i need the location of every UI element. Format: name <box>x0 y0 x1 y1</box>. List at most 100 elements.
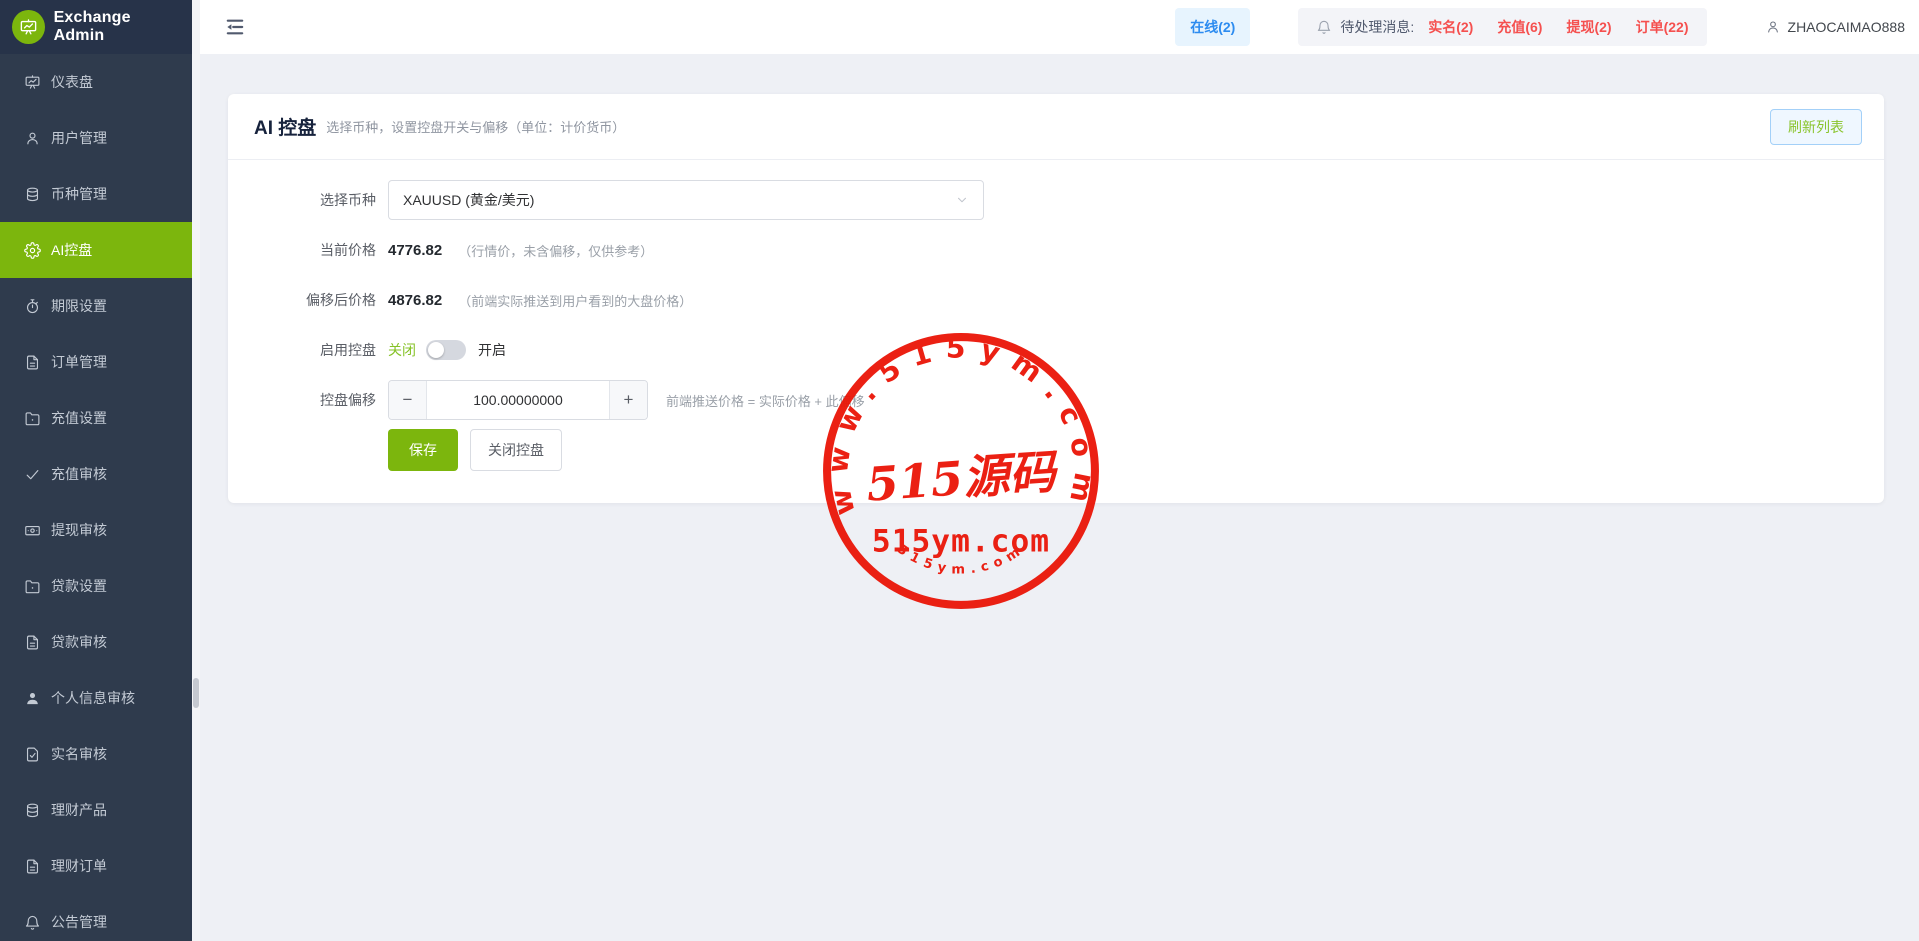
bell-icon <box>24 914 41 931</box>
page-subtitle: 选择币种，设置控盘开关与偏移（单位：计价货币） <box>326 117 625 136</box>
chevron-down-icon <box>955 193 969 207</box>
offset-label: 控盘偏移 <box>254 390 376 410</box>
page-title: AI 控盘 <box>254 113 316 140</box>
save-button[interactable]: 保存 <box>388 429 458 471</box>
sidebar-item-label: 实名审核 <box>51 744 107 764</box>
sidebar-item-label: 币种管理 <box>51 184 107 204</box>
sidebar-item-充值设置[interactable]: 充值设置 <box>0 390 192 446</box>
sidebar-item-订单管理[interactable]: 订单管理 <box>0 334 192 390</box>
sidebar-item-公告管理[interactable]: 公告管理 <box>0 894 192 941</box>
offset-hint: 前端推送价格 = 实际价格 + 此偏移 <box>666 391 865 410</box>
symbol-select[interactable]: XAUUSD (黄金/美元) <box>388 180 984 220</box>
main-area: 在线(2) 待处理消息: 实名(2) 充值(6) 提现(2) 订单(22) ZHAOC… <box>200 0 1919 941</box>
notice-link[interactable]: 充值(6) <box>1497 17 1542 37</box>
sidebar-item-提现审核[interactable]: 提现审核 <box>0 502 192 558</box>
sidebar-scrollbar-thumb[interactable] <box>193 678 199 708</box>
close-control-button[interactable]: 关闭控盘 <box>470 429 562 471</box>
notice-link[interactable]: 订单(22) <box>1636 17 1689 37</box>
sidebar-item-理财产品[interactable]: 理财产品 <box>0 782 192 838</box>
sidebar-item-充值审核[interactable]: 充值审核 <box>0 446 192 502</box>
offset-input-row: 控盘偏移 − + 前端推送价格 = 实际价格 + 此偏移 <box>254 380 1858 420</box>
card-body: 选择币种 XAUUSD (黄金/美元) 当前价格 4776.82 （行情价，未含… <box>228 160 1884 503</box>
doc-icon <box>24 634 41 651</box>
user-icon <box>1765 19 1781 35</box>
pending-messages-label: 待处理消息: <box>1340 17 1414 37</box>
actions-row: 保存 关闭控盘 <box>254 430 1858 470</box>
notice-link[interactable]: 提现(2) <box>1566 17 1611 37</box>
enable-label: 启用控盘 <box>254 340 376 360</box>
cash-icon <box>24 522 41 539</box>
sidebar-menu: 仪表盘用户管理币种管理 AI控盘期限设置订单管理充值设置充值审核提现审核贷款设置贷… <box>0 54 192 941</box>
sidebar-item-个人信息审核[interactable]: 个人信息审核 <box>0 670 192 726</box>
offset-stepper: − + <box>388 380 648 420</box>
doc-icon <box>24 858 41 875</box>
ai-control-card: AI 控盘 选择币种，设置控盘开关与偏移（单位：计价货币） 刷新列表 选择币种 … <box>228 94 1884 503</box>
offset-price-value: 4876.82 <box>388 292 442 309</box>
current-price-hint: （行情价，未含偏移，仅供参考） <box>458 241 653 260</box>
bell-icon <box>1316 19 1332 35</box>
enable-toggle-knob <box>428 342 444 358</box>
coins-icon <box>24 186 41 203</box>
sidebar-item-实名审核[interactable]: 实名审核 <box>0 726 192 782</box>
offset-input[interactable] <box>427 381 609 419</box>
sidebar-item-label: 提现审核 <box>51 520 107 540</box>
pending-message-counts: 实名(2) 充值(6) 提现(2) 订单(22) <box>1428 17 1688 37</box>
sidebar-item-贷款审核[interactable]: 贷款审核 <box>0 614 192 670</box>
sidebar-item-label: 个人信息审核 <box>51 688 135 708</box>
enable-toggle[interactable] <box>426 340 466 360</box>
pending-messages: 待处理消息: 实名(2) 充值(6) 提现(2) 订单(22) <box>1298 8 1706 46</box>
check-icon <box>24 466 41 483</box>
sidebar: Exchange Admin 仪表盘用户管理币种管理 AI控盘期限设置订单管理充值… <box>0 0 192 941</box>
menu-fold-icon[interactable] <box>224 18 246 36</box>
enable-row: 启用控盘 关闭 开启 <box>254 330 1858 370</box>
user-icon <box>24 130 41 147</box>
online-badge[interactable]: 在线(2) <box>1175 8 1250 46</box>
user-filled-icon <box>24 690 41 707</box>
doc-check-icon <box>24 746 41 763</box>
app-window: Exchange Admin 仪表盘用户管理币种管理AI控盘期限设置订单管理充值… <box>0 0 1919 941</box>
sidebar-item-label: 理财产品 <box>51 800 107 820</box>
card-header: AI 控盘 选择币种，设置控盘开关与偏移（单位：计价货币） 刷新列表 <box>228 94 1884 160</box>
sidebar-item-期限设置[interactable]: 期限设置 <box>0 278 192 334</box>
user-menu[interactable]: ZHAOCAIMAO888 <box>1765 19 1905 35</box>
sidebar-item-用户管理[interactable]: 用户管理 <box>0 110 192 166</box>
sidebar-scrollbar[interactable] <box>192 0 200 941</box>
app-title: Exchange Admin <box>54 9 180 45</box>
sidebar-item-贷款设置[interactable]: 贷款设置 <box>0 558 192 614</box>
enable-on-label: 开启 <box>478 340 506 360</box>
symbol-row: 选择币种 XAUUSD (黄金/美元) <box>254 180 1858 220</box>
increment-button[interactable]: + <box>609 381 647 419</box>
dashboard-icon <box>24 74 41 91</box>
sidebar-item-label: 仪表盘 <box>51 72 93 92</box>
folder-icon <box>24 578 41 595</box>
sidebar-item-label: 充值设置 <box>51 408 107 428</box>
current-price-value: 4776.82 <box>388 242 442 259</box>
sidebar-item-label: 贷款设置 <box>51 576 107 596</box>
refresh-list-button[interactable]: 刷新列表 <box>1770 109 1862 145</box>
notice-link[interactable]: 实名(2) <box>1428 17 1473 37</box>
sidebar-item-label: 贷款审核 <box>51 632 107 652</box>
timer-icon <box>24 298 41 315</box>
symbol-label: 选择币种 <box>254 190 376 210</box>
sidebar-item-label: 公告管理 <box>51 912 107 932</box>
sidebar-item-label: 充值审核 <box>51 464 107 484</box>
coins-icon <box>24 802 41 819</box>
sidebar-item-AI控盘[interactable]: AI控盘 <box>0 222 192 278</box>
sidebar-item-label: 理财订单 <box>51 856 107 876</box>
sidebar-item-理财订单[interactable]: 理财订单 <box>0 838 192 894</box>
sidebar-item-label: 期限设置 <box>51 296 107 316</box>
username: ZHAOCAIMAO888 <box>1788 19 1905 35</box>
sidebar-item-label: 订单管理 <box>51 352 107 372</box>
sidebar-item-币种管理[interactable]: 币种管理 <box>0 166 192 222</box>
sidebar-item-label: AI控盘 <box>51 240 92 260</box>
offset-price-label: 偏移后价格 <box>254 290 376 310</box>
offset-price-hint: （前端实际推送到用户看到的大盘价格） <box>458 291 692 310</box>
logo-row: Exchange Admin <box>0 0 192 54</box>
presentation-chart-icon <box>19 18 38 37</box>
content: AI 控盘 选择币种，设置控盘开关与偏移（单位：计价货币） 刷新列表 选择币种 … <box>200 54 1919 941</box>
app-logo <box>12 10 45 44</box>
decrement-button[interactable]: − <box>389 381 427 419</box>
doc-icon <box>24 354 41 371</box>
sidebar-item-仪表盘[interactable]: 仪表盘 <box>0 54 192 110</box>
current-price-label: 当前价格 <box>254 240 376 260</box>
